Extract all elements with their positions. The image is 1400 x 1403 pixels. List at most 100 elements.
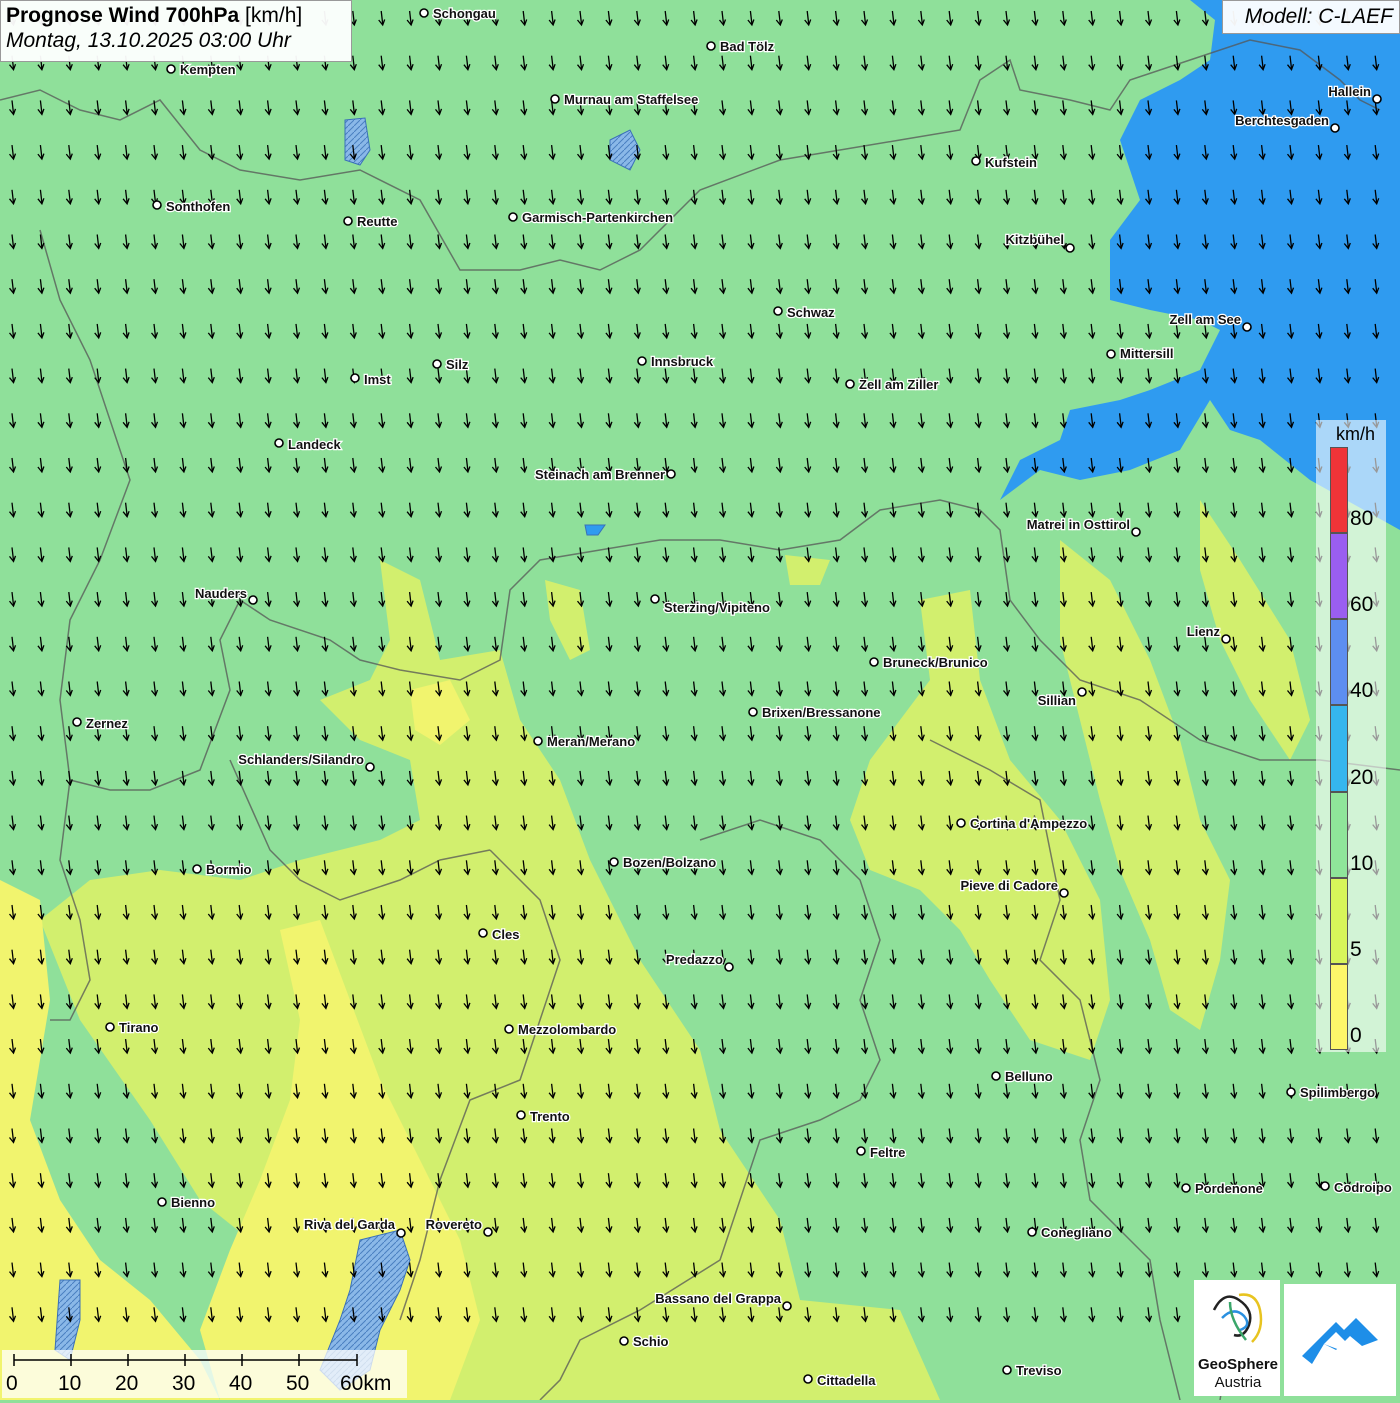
legend-label-5: 5 (1350, 937, 1362, 961)
city-label: Rovereto (426, 1217, 482, 1232)
scale-label-20: 20 (115, 1372, 139, 1395)
city-label: Mezzolombardo (518, 1022, 616, 1037)
scale-label-60: 60km (340, 1372, 392, 1395)
city-label: Hallein (1328, 84, 1371, 99)
city-marker (650, 594, 660, 604)
city-marker (483, 1227, 493, 1237)
app-logo[interactable] (1284, 1284, 1396, 1396)
city-label: Riva del Garda (304, 1217, 396, 1232)
city-marker (1077, 687, 1087, 697)
city-marker (1002, 1365, 1012, 1375)
legend-swatch-60 (1330, 533, 1348, 620)
city-label: Landeck (288, 437, 342, 452)
city-label: Sterzing/Vipiteno (664, 600, 770, 615)
city-label: Zell am See (1169, 312, 1241, 327)
legend-swatch-80 (1330, 447, 1348, 534)
scale-label-50: 50 (286, 1372, 310, 1395)
city-marker (1059, 888, 1069, 898)
city-marker (248, 595, 258, 605)
city-label: Belluno (1005, 1069, 1053, 1084)
city-label: Kitzbühel (1006, 232, 1065, 247)
city-marker (533, 736, 543, 746)
city-label: Schongau (433, 6, 496, 21)
city-label: Tirano (119, 1020, 159, 1035)
city-marker (637, 356, 647, 366)
city-label: Matrei in Osttirol (1027, 517, 1130, 532)
city-marker (1320, 1181, 1330, 1191)
legend-label-20: 20 (1350, 765, 1374, 789)
model-label: Modell: C-LAEF (1222, 0, 1400, 34)
city-marker (274, 438, 284, 448)
city-label: Murnau am Staffelsee (564, 92, 698, 107)
legend-label-10: 10 (1350, 851, 1374, 875)
city-label: Lienz (1187, 624, 1221, 639)
city-marker (419, 8, 429, 18)
legend-swatch-10 (1330, 791, 1348, 878)
city-marker (856, 1146, 866, 1156)
city-marker (166, 64, 176, 74)
city-label: Mittersill (1120, 346, 1173, 361)
city-label: Nauders (195, 586, 247, 601)
city-marker (504, 1024, 514, 1034)
city-marker (508, 212, 518, 222)
city-label: Garmisch-Partenkirchen (522, 210, 673, 225)
city-marker (991, 1071, 1001, 1081)
city-marker (365, 762, 375, 772)
city-marker (152, 200, 162, 210)
city-marker (1181, 1183, 1191, 1193)
city-marker (396, 1228, 406, 1238)
city-marker (773, 306, 783, 316)
city-marker (157, 1197, 167, 1207)
city-marker (706, 41, 716, 51)
title-box: Prognose Wind 700hPa [km/h] Montag, 13.1… (0, 0, 352, 62)
city-marker (350, 373, 360, 383)
scale-label-0: 0 (6, 1372, 18, 1395)
city-marker (1065, 243, 1075, 253)
city-label: Bad Tölz (720, 39, 775, 54)
city-marker (1221, 634, 1231, 644)
forecast-datetime: Montag, 13.10.2025 03:00 Uhr (6, 29, 291, 52)
city-label: Treviso (1016, 1363, 1062, 1378)
city-marker (748, 707, 758, 717)
city-marker (1286, 1087, 1296, 1097)
scale-label-30: 30 (172, 1372, 196, 1395)
city-label: Kufstein (985, 155, 1037, 170)
city-label: Pordenone (1195, 1181, 1263, 1196)
city-label: Kempten (180, 62, 236, 77)
city-label: Berchtesgaden (1235, 113, 1329, 128)
city-marker (782, 1301, 792, 1311)
city-label: Sillian (1038, 693, 1076, 708)
city-label: Bozen/Bolzano (623, 855, 716, 870)
legend-swatch-5 (1330, 877, 1348, 964)
city-marker (478, 928, 488, 938)
city-label: Steinach am Brenner (535, 467, 665, 482)
city-marker (192, 864, 202, 874)
city-label: Cles (492, 927, 519, 942)
city-marker (1027, 1227, 1037, 1237)
city-label: Zernez (86, 716, 128, 731)
city-marker (1242, 322, 1252, 332)
city-label: Reutte (357, 214, 397, 229)
city-marker (803, 1374, 813, 1384)
scale-label-40: 40 (229, 1372, 253, 1395)
legend-swatch-20 (1330, 705, 1348, 792)
geosphere-emblem-icon (1212, 1293, 1263, 1343)
geosphere-name: GeoSphere (1197, 1356, 1279, 1373)
city-marker (1330, 123, 1340, 133)
city-label: Sonthofen (166, 199, 230, 214)
legend-label-0: 0 (1350, 1024, 1362, 1047)
title-unit: [km/h] (245, 4, 303, 27)
city-marker (1131, 527, 1141, 537)
city-label: Schwaz (787, 305, 835, 320)
city-label: Spilimbergo (1300, 1085, 1375, 1100)
city-marker (845, 379, 855, 389)
city-label: Feltre (870, 1145, 905, 1160)
city-label: Bormio (206, 862, 252, 877)
city-marker (432, 359, 442, 369)
city-label: Schlanders/Silandro (238, 752, 364, 767)
city-marker (1372, 94, 1382, 104)
city-label: Cortina d'Ampezzo (970, 816, 1087, 831)
city-label: Trento (530, 1109, 570, 1124)
city-label: Conegliano (1041, 1225, 1112, 1240)
city-label: Cittadella (817, 1373, 876, 1388)
